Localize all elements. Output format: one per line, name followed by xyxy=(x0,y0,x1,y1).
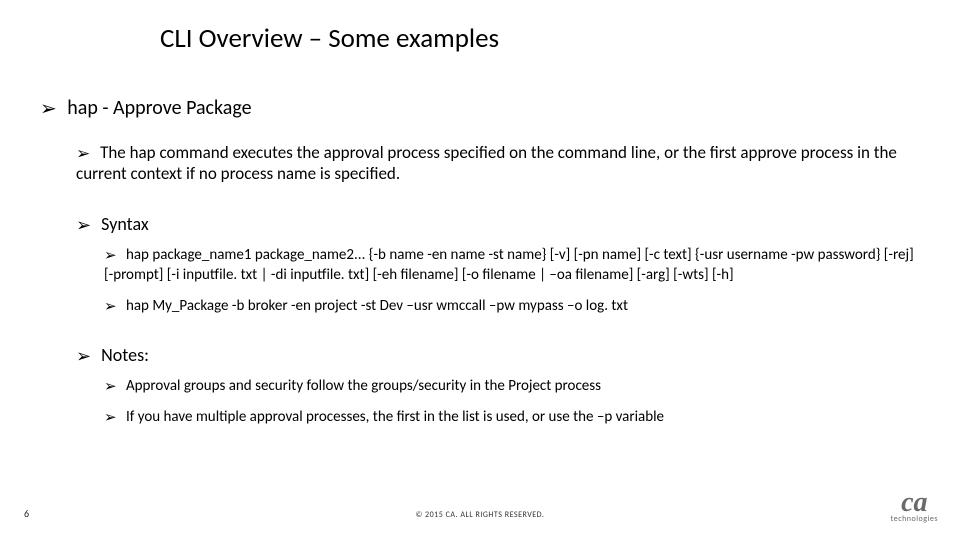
syntax-text: hap My_Package -b broker -en project -st… xyxy=(126,297,628,315)
arrow-icon: ➢ xyxy=(76,214,91,237)
slide-title: CLI Overview – Some examples xyxy=(160,22,499,55)
section-heading: hap - Approve Package xyxy=(67,96,251,120)
arrow-icon: ➢ xyxy=(104,297,117,317)
arrow-icon: ➢ xyxy=(104,408,117,428)
copyright-text: © 2015 CA. ALL RIGHTS RESERVED. xyxy=(0,510,960,520)
section-heading-line: ➢ hap - Approve Package xyxy=(40,95,920,120)
notes-heading: Notes: xyxy=(101,344,149,366)
syntax-heading: Syntax xyxy=(101,213,149,235)
syntax-heading-line: ➢ Syntax xyxy=(76,213,920,236)
notes-text: If you have multiple approval processes,… xyxy=(126,408,664,426)
syntax-text: hap package_name1 package_name2... {-b n… xyxy=(104,246,914,284)
arrow-icon: ➢ xyxy=(76,143,90,164)
description-text: The hap command executes the approval pr… xyxy=(76,142,897,184)
arrow-icon: ➢ xyxy=(104,246,117,266)
notes-item: ➢ Approval groups and security follow th… xyxy=(104,376,920,396)
arrow-icon: ➢ xyxy=(104,377,117,397)
slide-body: ➢ hap - Approve Package ➢ The hap comman… xyxy=(40,95,920,437)
ca-logo: ca technologies xyxy=(891,492,938,524)
arrow-icon: ➢ xyxy=(40,96,57,121)
syntax-item: ➢ hap package_name1 package_name2... {-b… xyxy=(104,245,920,286)
notes-heading-line: ➢ Notes: xyxy=(76,344,920,367)
arrow-icon: ➢ xyxy=(76,345,91,368)
description-line: ➢ The hap command executes the approval … xyxy=(76,142,920,185)
notes-text: Approval groups and security follow the … xyxy=(126,377,601,395)
logo-sub: technologies xyxy=(891,514,938,524)
notes-item: ➢ If you have multiple approval processe… xyxy=(104,407,920,427)
logo-main: ca xyxy=(891,492,938,514)
syntax-item: ➢ hap My_Package -b broker -en project -… xyxy=(104,296,920,316)
